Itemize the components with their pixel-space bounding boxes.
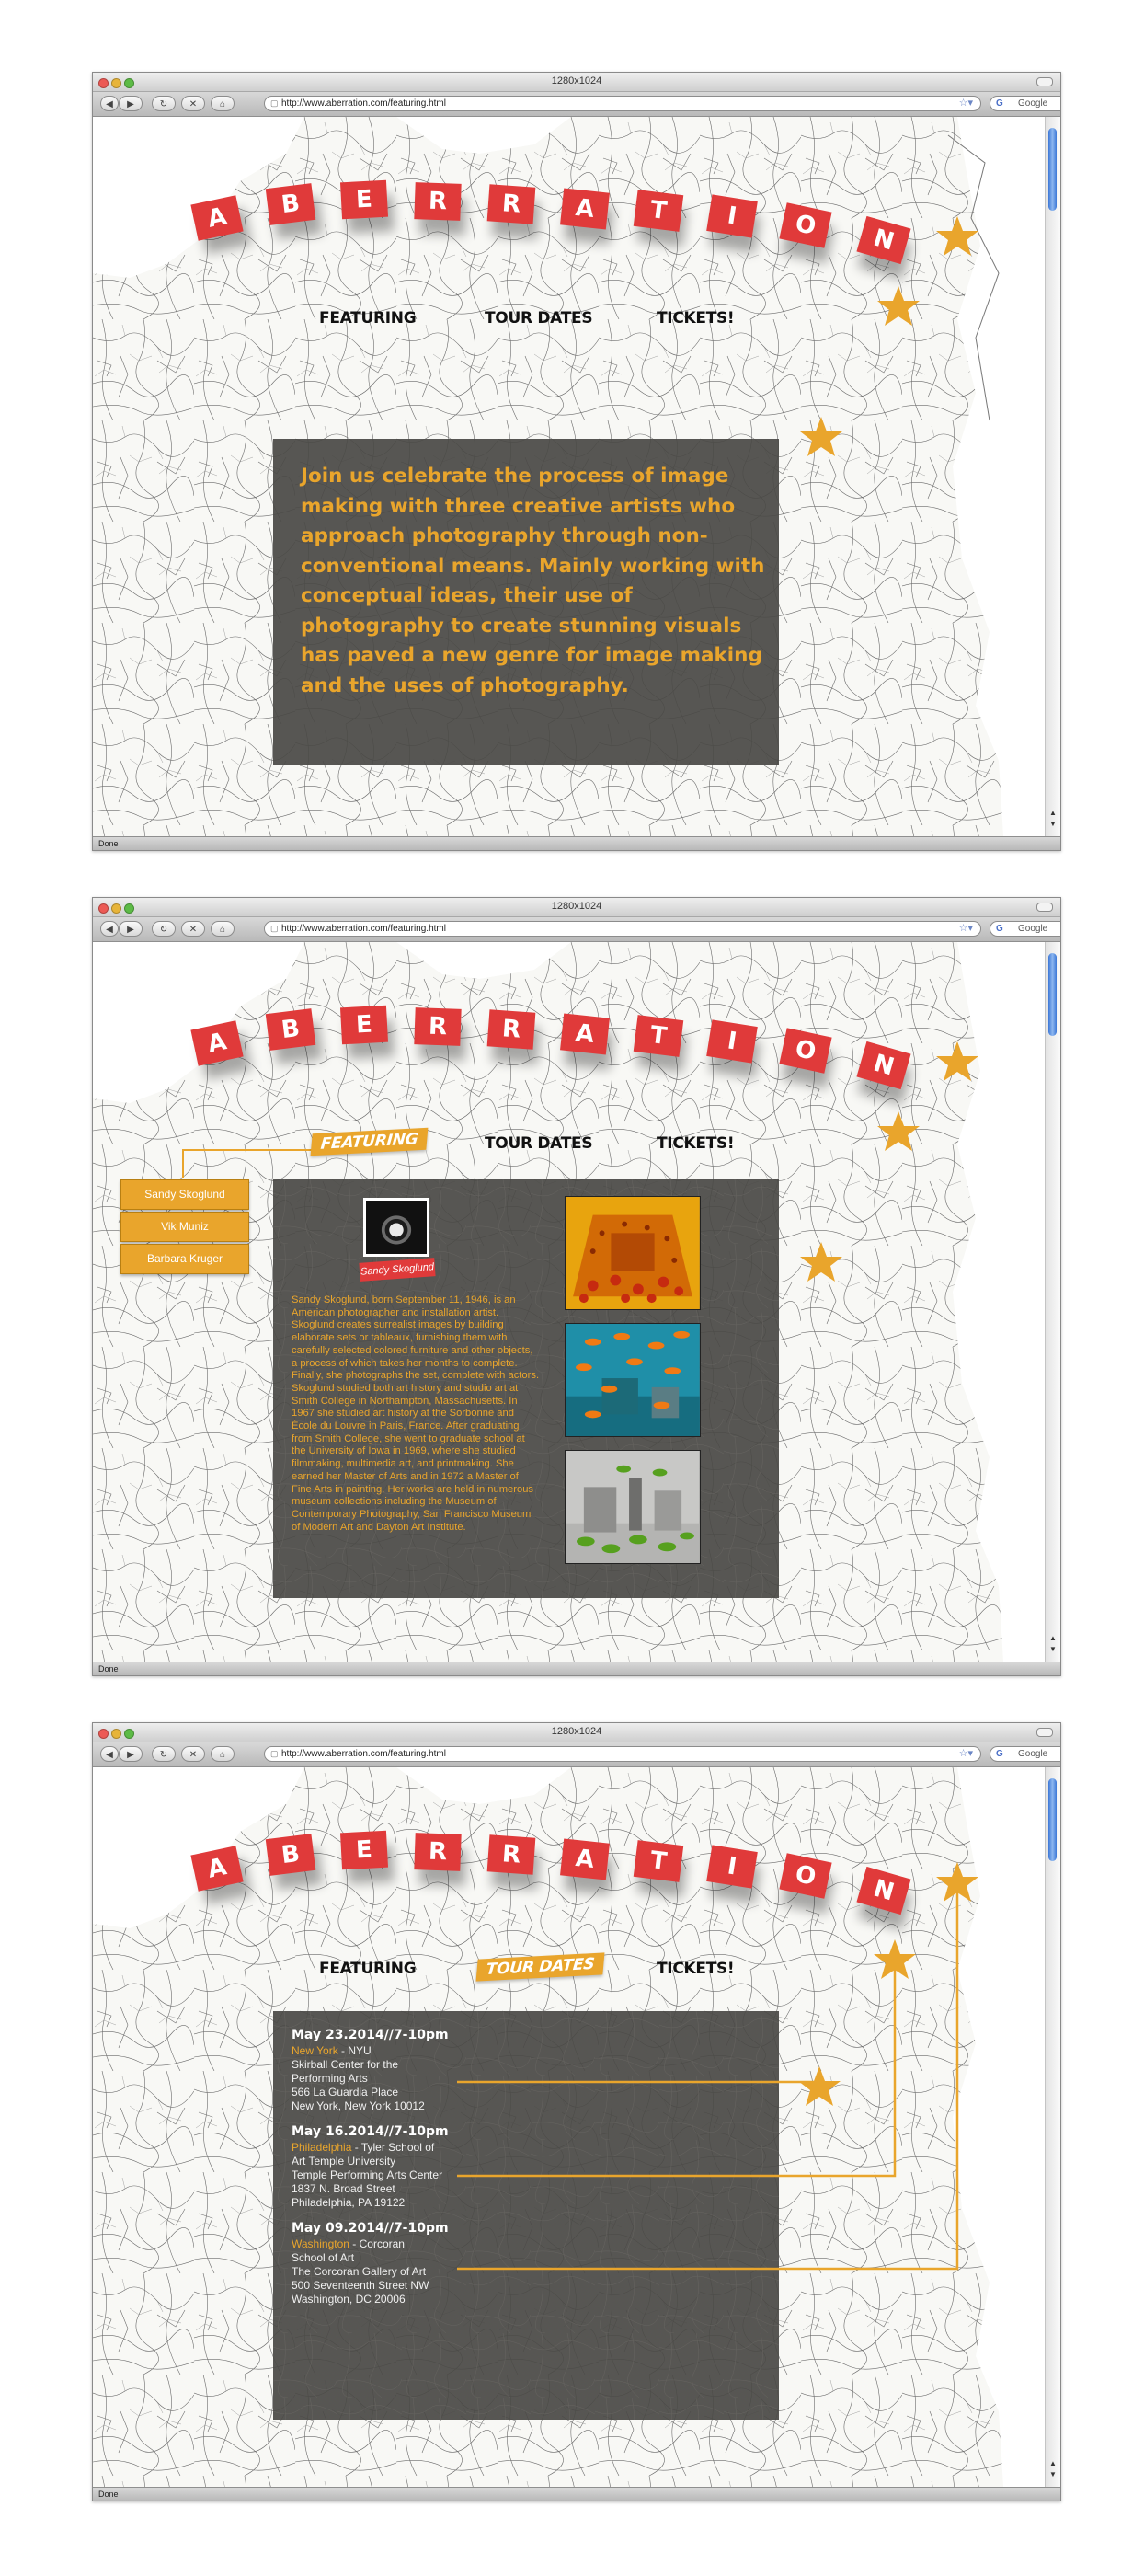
star-icon bbox=[877, 1111, 920, 1151]
artwork-photo[interactable] bbox=[565, 1196, 701, 1310]
google-icon: G bbox=[996, 1749, 1003, 1759]
bookmark-star-icon[interactable]: ☆▾ bbox=[959, 1747, 973, 1761]
vertical-scrollbar[interactable]: ▲ ▼ bbox=[1045, 1767, 1060, 2487]
window-title: 1280x1024 bbox=[551, 75, 602, 86]
nav-featuring[interactable]: FEATURING bbox=[319, 309, 417, 328]
search-field[interactable]: GGoogle⌕ bbox=[990, 1746, 1060, 1762]
artist-bio: Sandy Skoglund, born September 11, 1946,… bbox=[292, 1294, 540, 1533]
browser-window-3: 1280x1024 ◀ ▶ ↻ ✕ ⌂ ▢ http://www.aberrati… bbox=[92, 1722, 1061, 2501]
title-bar: 1280x1024 bbox=[93, 898, 1060, 917]
stop-button[interactable]: ✕ bbox=[181, 921, 205, 937]
toolbar-toggle-button[interactable] bbox=[1036, 1728, 1053, 1737]
search-placeholder: Google bbox=[1018, 98, 1048, 109]
bookmark-star-icon[interactable]: ☆▾ bbox=[959, 922, 973, 936]
status-bar: Done bbox=[93, 836, 1060, 850]
star-icon bbox=[936, 1041, 978, 1081]
intro-panel: Join us celebrate the process of image m… bbox=[273, 439, 779, 765]
intro-text: Join us celebrate the process of image m… bbox=[301, 465, 765, 697]
browser-window-1: 1280x1024 ◀ ▶ ↻ ✕ ⌂ ▢ http://www.aberrati… bbox=[92, 72, 1061, 851]
home-button[interactable]: ⌂ bbox=[211, 1746, 235, 1762]
search-placeholder: Google bbox=[1018, 924, 1048, 934]
title-bar: 1280x1024 bbox=[93, 73, 1060, 92]
artwork-photo[interactable] bbox=[565, 1323, 701, 1437]
stop-button[interactable]: ✕ bbox=[181, 1746, 205, 1762]
toolbar-toggle-button[interactable] bbox=[1036, 903, 1053, 912]
url-text: http://www.aberration.com/featuring.html bbox=[281, 924, 446, 934]
star-icon bbox=[798, 2066, 841, 2106]
tour-connectors bbox=[457, 1862, 978, 2271]
nav-tour-dates[interactable]: TOUR DATES bbox=[485, 1134, 593, 1153]
artist-menu-item[interactable]: Sandy Skoglund bbox=[120, 1179, 249, 1210]
artist-portrait bbox=[363, 1198, 429, 1257]
search-field[interactable]: GGoogle⌕ bbox=[990, 921, 1060, 937]
browser-toolbar: ◀ ▶ ↻ ✕ ⌂ ▢ http://www.aberration.com/fea… bbox=[93, 1742, 1060, 1767]
forward-button[interactable]: ▶ bbox=[119, 96, 143, 111]
artist-menu-item[interactable]: Barbara Kruger bbox=[120, 1244, 249, 1274]
search-placeholder: Google bbox=[1018, 1749, 1048, 1759]
google-icon: G bbox=[996, 924, 1003, 934]
bookmark-star-icon[interactable]: ☆▾ bbox=[959, 97, 973, 110]
forward-button[interactable]: ▶ bbox=[119, 1746, 143, 1762]
connector-line-philadelphia bbox=[457, 1955, 897, 2178]
stop-button[interactable]: ✕ bbox=[181, 96, 205, 111]
scroll-down-arrow[interactable]: ▼ bbox=[1049, 2470, 1057, 2478]
connector-line-washington bbox=[457, 1878, 959, 2271]
scrollbar-thumb[interactable] bbox=[1048, 953, 1057, 1036]
reload-button[interactable]: ↻ bbox=[152, 96, 176, 111]
search-field[interactable]: GGoogle⌕ bbox=[990, 96, 1060, 111]
url-text: http://www.aberration.com/featuring.html bbox=[281, 98, 446, 109]
browser-toolbar: ◀ ▶ ↻ ✕ ⌂ ▢ http://www.aberration.com/fea… bbox=[93, 92, 1060, 117]
reload-button[interactable]: ↻ bbox=[152, 1746, 176, 1762]
scroll-down-arrow[interactable]: ▼ bbox=[1049, 1645, 1057, 1653]
page-viewport: A B E R R A T I O N FEATURING TOUR DATES… bbox=[93, 942, 1045, 1662]
star-icon bbox=[877, 286, 920, 326]
forward-button[interactable]: ▶ bbox=[119, 921, 143, 937]
google-icon: G bbox=[996, 98, 1003, 109]
artist-dropdown: Sandy Skoglund Vik Muniz Barbara Kruger bbox=[120, 1179, 249, 1276]
back-button[interactable]: ◀ bbox=[100, 1746, 119, 1762]
artwork-photo[interactable] bbox=[565, 1450, 701, 1564]
scrollbar-thumb[interactable] bbox=[1048, 1778, 1057, 1861]
nav-tickets[interactable]: TICKETS! bbox=[657, 1134, 735, 1153]
artist-panel: Sandy Skoglund Sandy Skoglund, born Sept… bbox=[273, 1179, 779, 1598]
page-viewport: A B E R R A T I O N FEATURING TOUR DATES… bbox=[93, 117, 1045, 836]
nav-tickets[interactable]: TICKETS! bbox=[657, 309, 735, 328]
artist-menu-item[interactable]: Vik Muniz bbox=[120, 1212, 249, 1242]
address-bar[interactable]: ▢ http://www.aberration.com/featuring.htm… bbox=[264, 96, 981, 111]
title-bar: 1280x1024 bbox=[93, 1723, 1060, 1742]
dropdown-connector bbox=[182, 1149, 315, 1178]
window-title: 1280x1024 bbox=[551, 901, 602, 912]
window-title: 1280x1024 bbox=[551, 1726, 602, 1737]
toolbar-toggle-button[interactable] bbox=[1036, 77, 1053, 86]
scroll-up-arrow[interactable]: ▲ bbox=[1049, 2459, 1057, 2467]
back-button[interactable]: ◀ bbox=[100, 921, 119, 937]
scrollbar-thumb[interactable] bbox=[1048, 128, 1057, 211]
browser-window-2: 1280x1024 ◀ ▶ ↻ ✕ ⌂ ▢ http://www.aberrati… bbox=[92, 897, 1061, 1676]
star-icon bbox=[936, 216, 978, 256]
page-viewport: A B E R R A T I O N FEATURING TOUR DATES… bbox=[93, 1767, 1045, 2487]
status-bar: Done bbox=[93, 2487, 1060, 2501]
address-bar[interactable]: ▢ http://www.aberration.com/featuring.htm… bbox=[264, 1746, 981, 1762]
status-bar: Done bbox=[93, 1662, 1060, 1675]
star-icon bbox=[800, 417, 842, 456]
url-text: http://www.aberration.com/featuring.html bbox=[281, 1749, 446, 1759]
page-icon: ▢ bbox=[270, 98, 279, 108]
page-icon: ▢ bbox=[270, 1749, 279, 1758]
scroll-up-arrow[interactable]: ▲ bbox=[1049, 1634, 1057, 1642]
scroll-up-arrow[interactable]: ▲ bbox=[1049, 809, 1057, 817]
address-bar[interactable]: ▢ http://www.aberration.com/featuring.htm… bbox=[264, 921, 981, 937]
vertical-scrollbar[interactable]: ▲ ▼ bbox=[1045, 942, 1060, 1662]
nav-tour-dates[interactable]: TOUR DATES bbox=[485, 309, 593, 328]
vertical-scrollbar[interactable]: ▲ ▼ bbox=[1045, 117, 1060, 836]
home-button[interactable]: ⌂ bbox=[211, 921, 235, 937]
browser-toolbar: ◀ ▶ ↻ ✕ ⌂ ▢ http://www.aberration.com/fea… bbox=[93, 917, 1060, 942]
star-icon bbox=[800, 1242, 842, 1282]
reload-button[interactable]: ↻ bbox=[152, 921, 176, 937]
scroll-down-arrow[interactable]: ▼ bbox=[1049, 820, 1057, 828]
page-icon: ▢ bbox=[270, 924, 279, 933]
back-button[interactable]: ◀ bbox=[100, 96, 119, 111]
home-button[interactable]: ⌂ bbox=[211, 96, 235, 111]
